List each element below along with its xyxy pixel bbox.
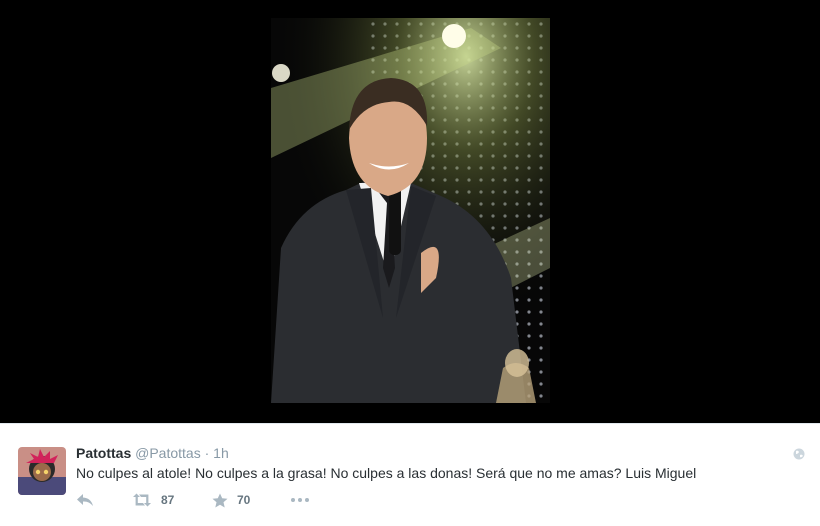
retweet-icon xyxy=(133,493,151,507)
tweet-text: No culpes al atole! No culpes a la grasa… xyxy=(76,465,697,481)
media-viewer xyxy=(0,0,820,423)
favorite-button[interactable]: 70 xyxy=(212,493,290,508)
reply-icon xyxy=(77,494,93,506)
avatar[interactable] xyxy=(18,447,66,495)
performer-photo-illustration xyxy=(271,18,550,403)
globe-icon[interactable] xyxy=(793,447,805,460)
author-fullname[interactable]: Patottas xyxy=(76,445,131,461)
tweet: Patottas @Patottas · 1h No culpes al ato… xyxy=(0,423,820,526)
tweet-header: Patottas @Patottas · 1h xyxy=(76,445,229,461)
more-options-button[interactable] xyxy=(290,497,310,503)
header-separator: · xyxy=(204,445,210,461)
favorite-count[interactable]: 70 xyxy=(237,493,250,507)
reply-button[interactable] xyxy=(76,493,132,507)
retweet-count[interactable]: 87 xyxy=(161,493,174,507)
ellipsis-icon xyxy=(291,498,309,502)
tweet-timestamp[interactable]: 1h xyxy=(213,445,229,461)
author-username[interactable]: @Patottas xyxy=(135,445,201,461)
star-icon xyxy=(212,493,228,507)
avatar-illustration xyxy=(18,447,66,495)
tweet-photo[interactable] xyxy=(271,18,550,403)
retweet-button[interactable]: 87 xyxy=(132,493,212,507)
tweet-actions: 87 70 xyxy=(76,492,310,508)
